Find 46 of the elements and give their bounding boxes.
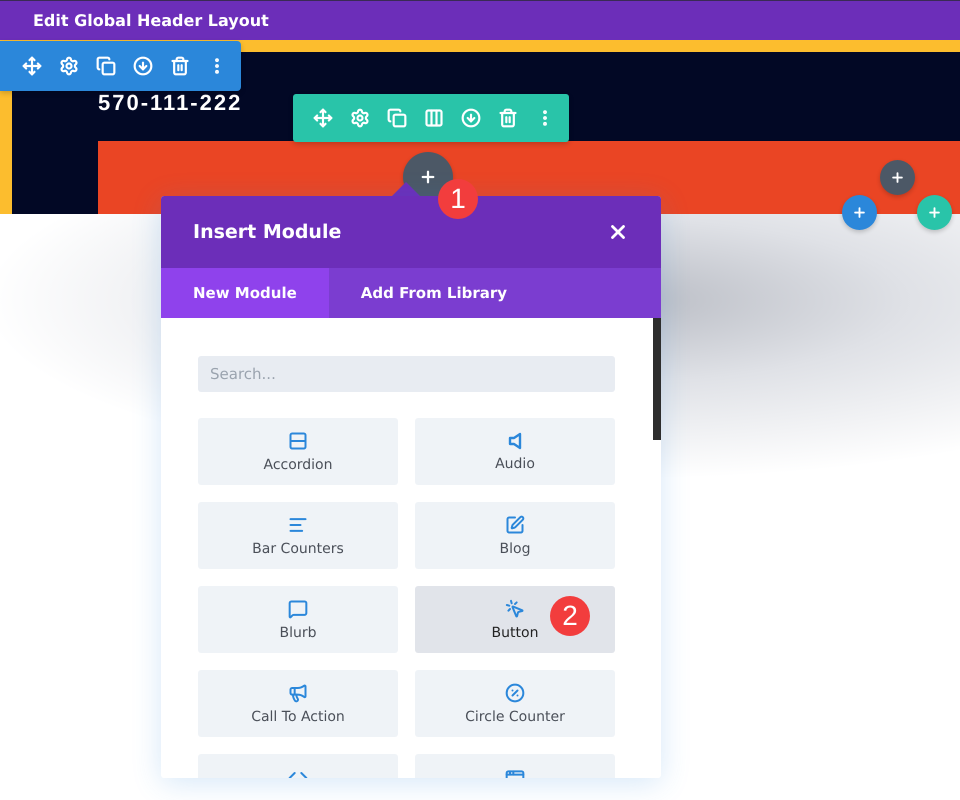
module-tile[interactable]: Accordion [198, 418, 398, 485]
pointer-icon [505, 598, 525, 618]
module-tile[interactable]: Audio [415, 418, 615, 485]
megaphone-icon [288, 682, 308, 702]
plus-icon [890, 170, 905, 185]
settings-icon[interactable] [350, 108, 370, 128]
plus-icon [927, 205, 942, 220]
speaker-icon [508, 432, 522, 450]
circle-percent-icon [505, 682, 525, 702]
module-label: Accordion [263, 456, 332, 472]
phone-number: 570-111-222 [98, 90, 244, 116]
plus-icon [852, 205, 867, 220]
module-label: Button [492, 624, 538, 640]
module-tile[interactable]: Bar Counters [198, 502, 398, 569]
module-tile[interactable]: Blurb [198, 586, 398, 653]
scrollbar[interactable] [653, 318, 661, 440]
module-label: Call To Action [251, 708, 345, 724]
copy-icon[interactable] [96, 56, 116, 76]
copy-icon[interactable] [387, 108, 407, 128]
plus-icon [419, 168, 437, 186]
module-tile[interactable]: Button 2 [415, 586, 615, 653]
accordion-icon [288, 430, 308, 450]
module-tile[interactable]: Call To Action [198, 670, 398, 737]
tab[interactable]: New Module [161, 268, 329, 318]
trash-icon[interactable] [170, 56, 190, 76]
tab[interactable]: Add From Library [328, 268, 540, 318]
module-tile[interactable]: Blog [415, 502, 615, 569]
page-title: Edit Global Header Layout [33, 11, 269, 30]
speech-bubble-icon [288, 598, 308, 618]
columns-icon[interactable] [424, 108, 444, 128]
module-label: Audio [495, 456, 535, 472]
settings-icon[interactable] [59, 56, 79, 76]
step-badge: 2 [550, 596, 590, 636]
trash-icon[interactable] [498, 108, 518, 128]
dialog-title: Insert Module [193, 221, 342, 243]
module-tile[interactable]: Circle Counter [415, 670, 615, 737]
search-field[interactable]: Search... [198, 356, 615, 392]
arrow-down-circle-icon[interactable] [461, 108, 481, 128]
module-label: Circle Counter [465, 708, 565, 724]
module-label: Blog [500, 540, 530, 556]
move-icon[interactable] [313, 108, 333, 128]
pen-icon [505, 514, 525, 534]
module-label: Bar Counters [252, 540, 344, 556]
move-icon[interactable] [22, 56, 42, 76]
arrow-down-circle-icon[interactable] [133, 56, 153, 76]
module-label: Blurb [279, 624, 316, 640]
